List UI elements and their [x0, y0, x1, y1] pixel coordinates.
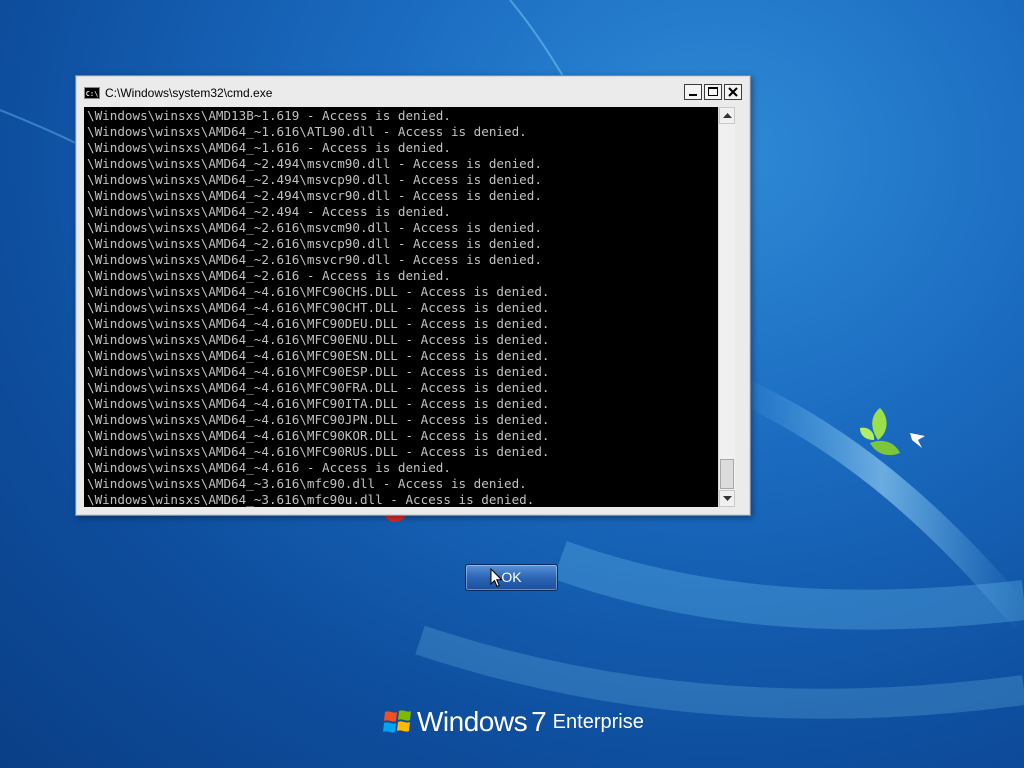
console-line: \Windows\winsxs\AMD64_~4.616\MFC90ITA.DL…: [87, 396, 550, 411]
console-line: \Windows\winsxs\AMD64_~2.616\msvcp90.dll…: [87, 236, 542, 251]
console-line: \Windows\winsxs\AMD64_~4.616\MFC90ENU.DL…: [87, 332, 550, 347]
window-controls: [684, 84, 742, 100]
console-line: \Windows\winsxs\AMD64_~1.616\ATL90.dll -…: [87, 124, 527, 139]
console-line: \Windows\winsxs\AMD13B~1.619 - Access is…: [87, 108, 451, 123]
window-title: C:\Windows\system32\cmd.exe: [105, 86, 273, 100]
arrow-up-icon: [723, 113, 732, 118]
vertical-scrollbar[interactable]: [718, 107, 735, 507]
maximize-button[interactable]: [704, 84, 722, 100]
leaf-decoration-icon: [860, 408, 925, 456]
arrow-down-icon: [723, 496, 732, 501]
console-line: \Windows\winsxs\AMD64_~2.616\msvcr90.dll…: [87, 252, 542, 267]
console-line: \Windows\winsxs\AMD64_~2.616 - Access is…: [87, 268, 451, 283]
windows-branding: Windows 7 Enterprise: [383, 706, 644, 738]
console-line: \Windows\winsxs\AMD64_~2.494\msvcp90.dll…: [87, 172, 542, 187]
ok-button[interactable]: OK: [465, 564, 558, 591]
console-output[interactable]: \Windows\winsxs\AMD13B~1.619 - Access is…: [84, 107, 718, 507]
scroll-up-button[interactable]: [719, 107, 735, 124]
minimize-button[interactable]: [684, 84, 702, 100]
console-line: \Windows\winsxs\AMD64_~4.616 - Access is…: [87, 460, 451, 475]
windows-edition: Enterprise: [552, 710, 644, 733]
console-line: \Windows\winsxs\AMD64_~4.616\MFC90RUS.DL…: [87, 444, 550, 459]
console-line: \Windows\winsxs\AMD64_~4.616\MFC90ESN.DL…: [87, 348, 550, 363]
console-line: \Windows\winsxs\AMD64_~3.616\mfc90.dll -…: [87, 476, 527, 491]
console-line: \Windows\winsxs\AMD64_~4.616\MFC90FRA.DL…: [87, 380, 550, 395]
scroll-down-button[interactable]: [719, 490, 735, 507]
console-line: \Windows\winsxs\AMD64_~4.616\MFC90DEU.DL…: [87, 316, 550, 331]
console-line: \Windows\winsxs\AMD64_~4.616\MFC90CHT.DL…: [87, 300, 550, 315]
windows-version: 7: [531, 706, 547, 737]
console-line: \Windows\winsxs\AMD64_~2.494\msvcm90.dll…: [87, 156, 542, 171]
console-line: \Windows\winsxs\AMD64_~4.616\MFC90JPN.DL…: [87, 412, 550, 427]
console-line: \Windows\winsxs\AMD64_~1.616 - Access is…: [87, 140, 451, 155]
window-titlebar[interactable]: C:\ C:\Windows\system32\cmd.exe: [82, 82, 744, 104]
console-line: \Windows\winsxs\AMD64_~4.616\MFC90KOR.DL…: [87, 428, 550, 443]
console-line: \Windows\winsxs\AMD64_~3.616\mfc90u.dll …: [87, 492, 535, 507]
console-line: \Windows\winsxs\AMD64_~2.616\msvcm90.dll…: [87, 220, 542, 235]
cmd-icon: C:\: [84, 87, 100, 99]
scroll-thumb[interactable]: [720, 459, 734, 489]
console-line: \Windows\winsxs\AMD64_~2.494 - Access is…: [87, 204, 451, 219]
console-lines: \Windows\winsxs\AMD13B~1.619 - Access is…: [84, 107, 718, 507]
console-line: \Windows\winsxs\AMD64_~2.494\msvcr90.dll…: [87, 188, 542, 203]
mouse-cursor-icon: [490, 568, 503, 588]
close-icon: [728, 87, 738, 97]
close-button[interactable]: [724, 84, 742, 100]
windows-flag-icon: [383, 710, 411, 733]
console-line: \Windows\winsxs\AMD64_~4.616\MFC90ESP.DL…: [87, 364, 550, 379]
cmd-window: C:\ C:\Windows\system32\cmd.exe \Windows…: [75, 75, 751, 516]
windows-wordmark: Windows: [417, 706, 528, 737]
console-line: \Windows\winsxs\AMD64_~4.616\MFC90CHS.DL…: [87, 284, 550, 299]
